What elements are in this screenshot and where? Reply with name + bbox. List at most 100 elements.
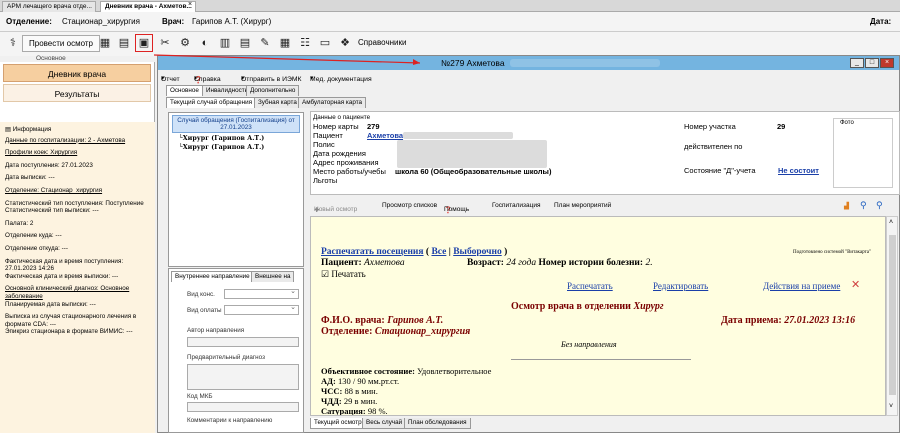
toolbar-group-label: Основное — [36, 55, 66, 62]
actions-link[interactable]: Действия на приеме — [763, 281, 840, 291]
tab-exam-plan[interactable]: План обследования — [404, 418, 471, 429]
menu-help[interactable]: ❓ Справка ▾ — [194, 74, 221, 84]
patient-label: Пациент — [313, 131, 343, 140]
settings-doc-icon[interactable]: ⚙ — [176, 34, 194, 52]
tab-whole-case[interactable]: Весь случай — [362, 418, 407, 429]
table-icon[interactable]: ▦ — [96, 34, 114, 52]
patient-data: Данные о пациенте Номер карты 279 Пациен… — [310, 111, 900, 195]
calendar-icon[interactable]: ▦ — [276, 34, 294, 52]
mkb-field[interactable] — [187, 402, 299, 412]
window-title: №279 Ахметова — [441, 58, 505, 68]
tab-disability[interactable]: Инвалидность — [202, 85, 252, 96]
info-icon: ▤ — [5, 126, 13, 133]
powered-by: Подготовлено системой "Витакарта" — [793, 250, 872, 255]
references-button[interactable]: Справочники — [352, 35, 412, 52]
case-item[interactable]: └Хирург (Гарипов А.Т.) — [179, 144, 303, 151]
dept-value: Стационар_хирургия — [62, 17, 140, 26]
close-tab-icon[interactable]: × — [188, 1, 192, 8]
info-main-diagnosis[interactable]: Основной клинический диагноз: Основное з… — [5, 285, 150, 300]
left-panel: Дневник врача Результаты ▤ Информация Да… — [0, 62, 155, 433]
team-icon[interactable]: ☷ — [296, 34, 314, 52]
scroll-thumb[interactable] — [889, 235, 896, 395]
vid-kons-select[interactable] — [224, 287, 299, 299]
document-icon[interactable]: ▤ — [115, 34, 133, 52]
clipboard-icon[interactable]: ▥ — [216, 34, 234, 52]
conduct-exam-button[interactable]: Провести осмотр — [22, 35, 100, 52]
separator-line — [511, 359, 691, 360]
bottom-tabs: Текущий осмотр Весь случай План обследов… — [310, 418, 898, 430]
print-checkbox[interactable]: ☑ Печатать — [321, 269, 366, 280]
info-department[interactable]: Отделение: Стационар_хирургия — [5, 187, 150, 195]
window-menubar: Отчет ▾ ❓ Справка ▾ Отправить в ИЭМК ▾ Ме… — [158, 72, 899, 84]
bed-icon[interactable]: ▭ — [316, 34, 334, 52]
blurred-personal-data — [397, 140, 547, 168]
menu-send-iemk[interactable]: Отправить в ИЭМК ▾ — [241, 74, 301, 83]
objective-state: Объективное состояние: Удовлетворительно… — [321, 366, 492, 376]
scroll-down-icon[interactable]: ˅ — [889, 403, 893, 410]
tab-dental-chart[interactable]: Зубная карта — [254, 97, 301, 108]
pill-icon[interactable]: ◐ — [196, 34, 214, 52]
close-icon[interactable]: × — [880, 58, 894, 68]
document-scrollbar[interactable]: ˄ ˅ — [886, 216, 898, 416]
tab-external-direction[interactable]: Внешнее на — [251, 271, 295, 282]
author-field[interactable] — [187, 337, 299, 347]
d-status-link[interactable]: Не состоит — [778, 166, 819, 175]
uchastok-value: 29 — [777, 122, 786, 131]
chart-icon[interactable]: ▟ — [844, 202, 849, 210]
minimize-icon[interactable]: _ — [850, 58, 864, 68]
info-dept-to: Отделение куда: --- — [5, 232, 62, 240]
scissors-icon[interactable]: ✂ — [156, 34, 174, 52]
plan-button[interactable]: План мероприятий — [554, 202, 611, 209]
info-stat-discharge: Статистический тип выписки: --- — [5, 207, 99, 215]
edit-link[interactable]: Редактировать — [653, 281, 708, 291]
print-visits-link[interactable]: Распечатать посещения — [321, 247, 424, 257]
tab-current-case[interactable]: Текущий случай обращения — [166, 97, 257, 108]
hospitalization-button[interactable]: Госпитализация — [492, 202, 541, 209]
tab-additional[interactable]: Дополнительно — [246, 85, 300, 96]
zoom-out-icon[interactable]: ⚲ — [876, 200, 883, 211]
print-visits-row: Распечатать посещения ( Все | Выборочно … — [321, 247, 508, 257]
tab-ambulatory-card[interactable]: Амбулаторная карта — [298, 97, 367, 108]
vid-oplaty-label: Вид оплаты — [187, 307, 222, 314]
tab-current-exam[interactable]: Текущий осмотр — [310, 418, 366, 429]
pen-icon[interactable]: ✎ — [256, 34, 274, 52]
report-icon[interactable]: ▣ — [135, 34, 153, 52]
no-direction: Без направления — [561, 340, 617, 349]
view-lists-button[interactable]: Просмотр списков — [382, 202, 437, 209]
vid-oplaty-select[interactable] — [224, 303, 299, 315]
delete-icon[interactable]: ✕ — [851, 278, 860, 291]
tab-arm[interactable]: АРМ лечащего врача отде... — [2, 1, 96, 12]
maximize-icon[interactable]: □ — [865, 58, 879, 68]
all-link[interactable]: Все — [431, 247, 446, 257]
tab-internal-direction[interactable]: Внутреннее направление — [171, 271, 254, 282]
action-bar: ✚ Новый осмотр Просмотр списков ❓ Помощь … — [310, 198, 898, 214]
exam-title: Осмотр врача в отделении Хирург — [511, 301, 664, 312]
results-nav-button[interactable]: Результаты — [3, 84, 151, 102]
tab-diary[interactable]: Дневник врача - Ахметов... — [100, 1, 196, 12]
benefits-label: Льготы — [313, 176, 338, 185]
tab-basic[interactable]: Основное — [166, 85, 203, 96]
print-link[interactable]: Распечатать — [567, 281, 613, 291]
mkb-label: Код МКБ — [187, 393, 213, 400]
case-header[interactable]: Случай обращения (Госпитализация) от 27.… — [172, 115, 300, 133]
diag-field[interactable] — [187, 364, 299, 390]
zoom-in-icon[interactable]: ⚲ — [860, 200, 867, 211]
diary-nav-button[interactable]: Дневник врача — [3, 64, 151, 82]
stethoscope-icon[interactable]: ⚕ — [4, 34, 22, 52]
info-bed-profile[interactable]: Профили коек: Хирургия — [5, 149, 150, 157]
exam-document: Распечатать посещения ( Все | Выборочно … — [310, 216, 886, 416]
scroll-up-icon[interactable]: ˄ — [889, 219, 893, 226]
info-cda: Выписка из случая стационарного лечения … — [5, 313, 137, 328]
menu-report[interactable]: Отчет ▾ — [161, 74, 180, 83]
patient-name-link[interactable]: Ахметова — [367, 131, 403, 140]
selected-link[interactable]: Выборочно — [453, 247, 502, 257]
info-hospitalization[interactable]: Данные по госпитализации: 2 - Ахметова — [5, 137, 150, 145]
dob-label: Дата рождения — [313, 149, 366, 158]
info-discharge-date: Дата выписки: --- — [5, 174, 55, 182]
menu-med-docs[interactable]: Мед. документация ▾ — [310, 74, 372, 83]
form-icon[interactable]: ▤ — [236, 34, 254, 52]
direction-panel: Внутреннее направление Внешнее на Вид ко… — [168, 268, 304, 433]
visit-date: Дата приема: 27.01.2023 13:16 — [721, 315, 856, 326]
info-ward: Палата: 2 — [5, 219, 34, 227]
case-item[interactable]: └Хирург (Гарипов А.Т.) — [179, 135, 303, 142]
